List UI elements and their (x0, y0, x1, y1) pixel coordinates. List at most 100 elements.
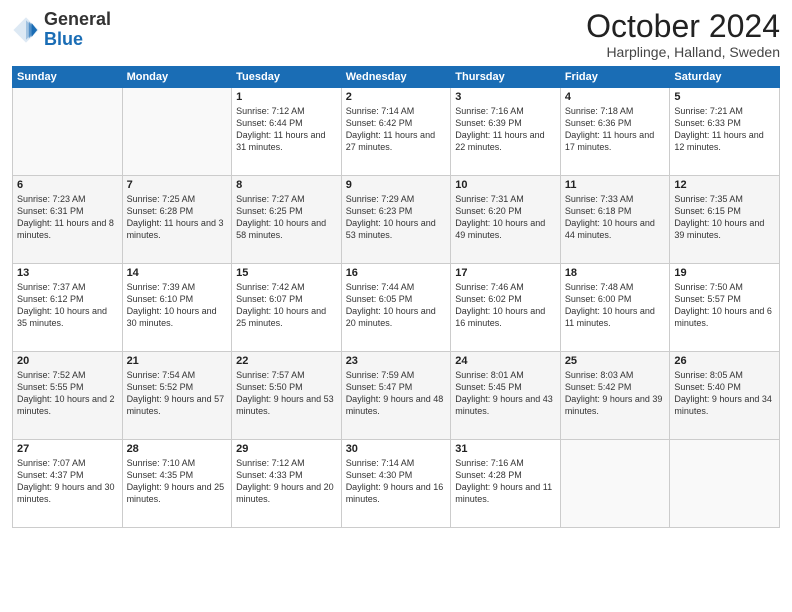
day-num-2-5: 18 (565, 267, 666, 279)
cell-text-3-5: Sunrise: 8:03 AM Sunset: 5:42 PM Dayligh… (565, 369, 666, 418)
calendar-table: Sunday Monday Tuesday Wednesday Thursday… (12, 66, 780, 528)
day-num-3-6: 26 (674, 355, 775, 367)
week-row-3: 20 Sunrise: 7:52 AM Sunset: 5:55 PM Dayli… (13, 352, 780, 440)
cell-3-0: 20 Sunrise: 7:52 AM Sunset: 5:55 PM Dayli… (13, 352, 123, 440)
cell-0-2: 1Sunrise: 7:12 AM Sunset: 6:44 PM Daylig… (232, 88, 342, 176)
cell-1-0: 6 Sunrise: 7:23 AM Sunset: 6:31 PM Daylig… (13, 176, 123, 264)
header-thursday: Thursday (451, 67, 561, 88)
cell-1-1: 7Sunrise: 7:25 AM Sunset: 6:28 PM Daylig… (122, 176, 232, 264)
cell-2-1: 14 Sunrise: 7:39 AM Sunset: 6:10 PM Dayli… (122, 264, 232, 352)
logo-general: General (44, 9, 111, 29)
day-num-3-5: 25 (565, 355, 666, 367)
cell-2-2: 15 Sunrise: 7:42 AM Sunset: 6:07 PM Dayli… (232, 264, 342, 352)
cell-text-1-4: Sunrise: 7:31 AM Sunset: 6:20 PM Dayligh… (455, 193, 556, 242)
cell-1-3: 9 Sunrise: 7:29 AM Sunset: 6:23 PM Daylig… (341, 176, 451, 264)
cell-text-1-0: Sunrise: 7:23 AM Sunset: 6:31 PM Dayligh… (17, 193, 118, 242)
cell-text-2-1: Sunrise: 7:39 AM Sunset: 6:10 PM Dayligh… (127, 281, 228, 330)
calendar-body: 1Sunrise: 7:12 AM Sunset: 6:44 PM Daylig… (13, 88, 780, 528)
day-num-2-4: 17 (455, 267, 556, 279)
title-month: October 2024 (586, 10, 780, 42)
cell-text-0-4: Sunrise: 7:16 AM Sunset: 6:39 PM Dayligh… (455, 105, 556, 154)
day-num-3-4: 24 (455, 355, 556, 367)
cell-4-6 (670, 440, 780, 528)
day-num-2-0: 13 (17, 267, 118, 279)
cell-text-1-6: Sunrise: 7:35 AM Sunset: 6:15 PM Dayligh… (674, 193, 775, 242)
cell-text-1-3: Sunrise: 7:29 AM Sunset: 6:23 PM Dayligh… (346, 193, 447, 242)
cell-text-3-3: Sunrise: 7:59 AM Sunset: 5:47 PM Dayligh… (346, 369, 447, 418)
logo-text: General Blue (44, 10, 111, 50)
cell-text-0-6: Sunrise: 7:21 AM Sunset: 6:33 PM Dayligh… (674, 105, 775, 154)
cell-text-3-6: Sunrise: 8:05 AM Sunset: 5:40 PM Dayligh… (674, 369, 775, 418)
cell-4-3: 30Sunrise: 7:14 AM Sunset: 4:30 PM Dayli… (341, 440, 451, 528)
cell-3-3: 23 Sunrise: 7:59 AM Sunset: 5:47 PM Dayli… (341, 352, 451, 440)
logo-icon (12, 16, 40, 44)
cell-2-4: 17 Sunrise: 7:46 AM Sunset: 6:02 PM Dayli… (451, 264, 561, 352)
cell-0-6: 5Sunrise: 7:21 AM Sunset: 6:33 PM Daylig… (670, 88, 780, 176)
day-num-1-1: 7 (127, 179, 228, 191)
header: General Blue October 2024 Harplinge, Hal… (12, 10, 780, 60)
day-num-1-4: 10 (455, 179, 556, 191)
cell-3-5: 25 Sunrise: 8:03 AM Sunset: 5:42 PM Dayli… (560, 352, 670, 440)
cell-0-3: 2 Sunrise: 7:14 AM Sunset: 6:42 PM Daylig… (341, 88, 451, 176)
cell-4-0: 27Sunrise: 7:07 AM Sunset: 4:37 PM Dayli… (13, 440, 123, 528)
day-num-3-0: 20 (17, 355, 118, 367)
day-num-2-6: 19 (674, 267, 775, 279)
cell-text-4-3: Sunrise: 7:14 AM Sunset: 4:30 PM Dayligh… (346, 457, 447, 506)
cell-text-2-6: Sunrise: 7:50 AM Sunset: 5:57 PM Dayligh… (674, 281, 775, 330)
cell-1-5: 11Sunrise: 7:33 AM Sunset: 6:18 PM Dayli… (560, 176, 670, 264)
page-container: General Blue October 2024 Harplinge, Hal… (0, 0, 792, 612)
cell-text-4-2: Sunrise: 7:12 AM Sunset: 4:33 PM Dayligh… (236, 457, 337, 506)
cell-2-6: 19 Sunrise: 7:50 AM Sunset: 5:57 PM Dayli… (670, 264, 780, 352)
cell-text-2-4: Sunrise: 7:46 AM Sunset: 6:02 PM Dayligh… (455, 281, 556, 330)
header-monday: Monday (122, 67, 232, 88)
cell-text-2-5: Sunrise: 7:48 AM Sunset: 6:00 PM Dayligh… (565, 281, 666, 330)
cell-text-3-0: Sunrise: 7:52 AM Sunset: 5:55 PM Dayligh… (17, 369, 118, 418)
cell-text-3-4: Sunrise: 8:01 AM Sunset: 5:45 PM Dayligh… (455, 369, 556, 418)
cell-0-5: 4Sunrise: 7:18 AM Sunset: 6:36 PM Daylig… (560, 88, 670, 176)
day-num-4-1: 28 (127, 443, 228, 455)
day-num-1-5: 11 (565, 179, 666, 191)
cell-text-4-1: Sunrise: 7:10 AM Sunset: 4:35 PM Dayligh… (127, 457, 228, 506)
cell-text-3-1: Sunrise: 7:54 AM Sunset: 5:52 PM Dayligh… (127, 369, 228, 418)
cell-4-1: 28 Sunrise: 7:10 AM Sunset: 4:35 PM Dayli… (122, 440, 232, 528)
cell-2-0: 13 Sunrise: 7:37 AM Sunset: 6:12 PM Dayli… (13, 264, 123, 352)
day-num-0-3: 2 (346, 91, 447, 103)
calendar-header: Sunday Monday Tuesday Wednesday Thursday… (13, 67, 780, 88)
title-location: Harplinge, Halland, Sweden (586, 44, 780, 60)
day-num-4-4: 31 (455, 443, 556, 455)
day-num-1-0: 6 (17, 179, 118, 191)
day-num-1-3: 9 (346, 179, 447, 191)
day-num-3-3: 23 (346, 355, 447, 367)
cell-2-5: 18 Sunrise: 7:48 AM Sunset: 6:00 PM Dayli… (560, 264, 670, 352)
cell-text-3-2: Sunrise: 7:57 AM Sunset: 5:50 PM Dayligh… (236, 369, 337, 418)
cell-3-4: 24 Sunrise: 8:01 AM Sunset: 5:45 PM Dayli… (451, 352, 561, 440)
cell-text-2-2: Sunrise: 7:42 AM Sunset: 6:07 PM Dayligh… (236, 281, 337, 330)
cell-0-1 (122, 88, 232, 176)
cell-text-1-2: Sunrise: 7:27 AM Sunset: 6:25 PM Dayligh… (236, 193, 337, 242)
header-friday: Friday (560, 67, 670, 88)
cell-1-4: 10 Sunrise: 7:31 AM Sunset: 6:20 PM Dayli… (451, 176, 561, 264)
cell-4-5 (560, 440, 670, 528)
logo: General Blue (12, 10, 111, 50)
cell-4-2: 29 Sunrise: 7:12 AM Sunset: 4:33 PM Dayli… (232, 440, 342, 528)
day-num-1-6: 12 (674, 179, 775, 191)
cell-text-2-3: Sunrise: 7:44 AM Sunset: 6:05 PM Dayligh… (346, 281, 447, 330)
day-num-4-2: 29 (236, 443, 337, 455)
day-num-4-0: 27 (17, 443, 118, 455)
week-row-2: 13 Sunrise: 7:37 AM Sunset: 6:12 PM Dayli… (13, 264, 780, 352)
day-num-3-1: 21 (127, 355, 228, 367)
cell-2-3: 16 Sunrise: 7:44 AM Sunset: 6:05 PM Dayli… (341, 264, 451, 352)
week-row-4: 27Sunrise: 7:07 AM Sunset: 4:37 PM Dayli… (13, 440, 780, 528)
cell-text-0-2: Sunrise: 7:12 AM Sunset: 6:44 PM Dayligh… (236, 105, 337, 154)
day-num-2-3: 16 (346, 267, 447, 279)
day-num-2-1: 14 (127, 267, 228, 279)
cell-0-0 (13, 88, 123, 176)
title-block: October 2024 Harplinge, Halland, Sweden (586, 10, 780, 60)
cell-text-0-3: Sunrise: 7:14 AM Sunset: 6:42 PM Dayligh… (346, 105, 447, 154)
cell-text-4-4: Sunrise: 7:16 AM Sunset: 4:28 PM Dayligh… (455, 457, 556, 506)
cell-text-0-5: Sunrise: 7:18 AM Sunset: 6:36 PM Dayligh… (565, 105, 666, 154)
cell-text-2-0: Sunrise: 7:37 AM Sunset: 6:12 PM Dayligh… (17, 281, 118, 330)
day-num-2-2: 15 (236, 267, 337, 279)
cell-3-1: 21 Sunrise: 7:54 AM Sunset: 5:52 PM Dayli… (122, 352, 232, 440)
day-num-0-4: 3 (455, 91, 556, 103)
